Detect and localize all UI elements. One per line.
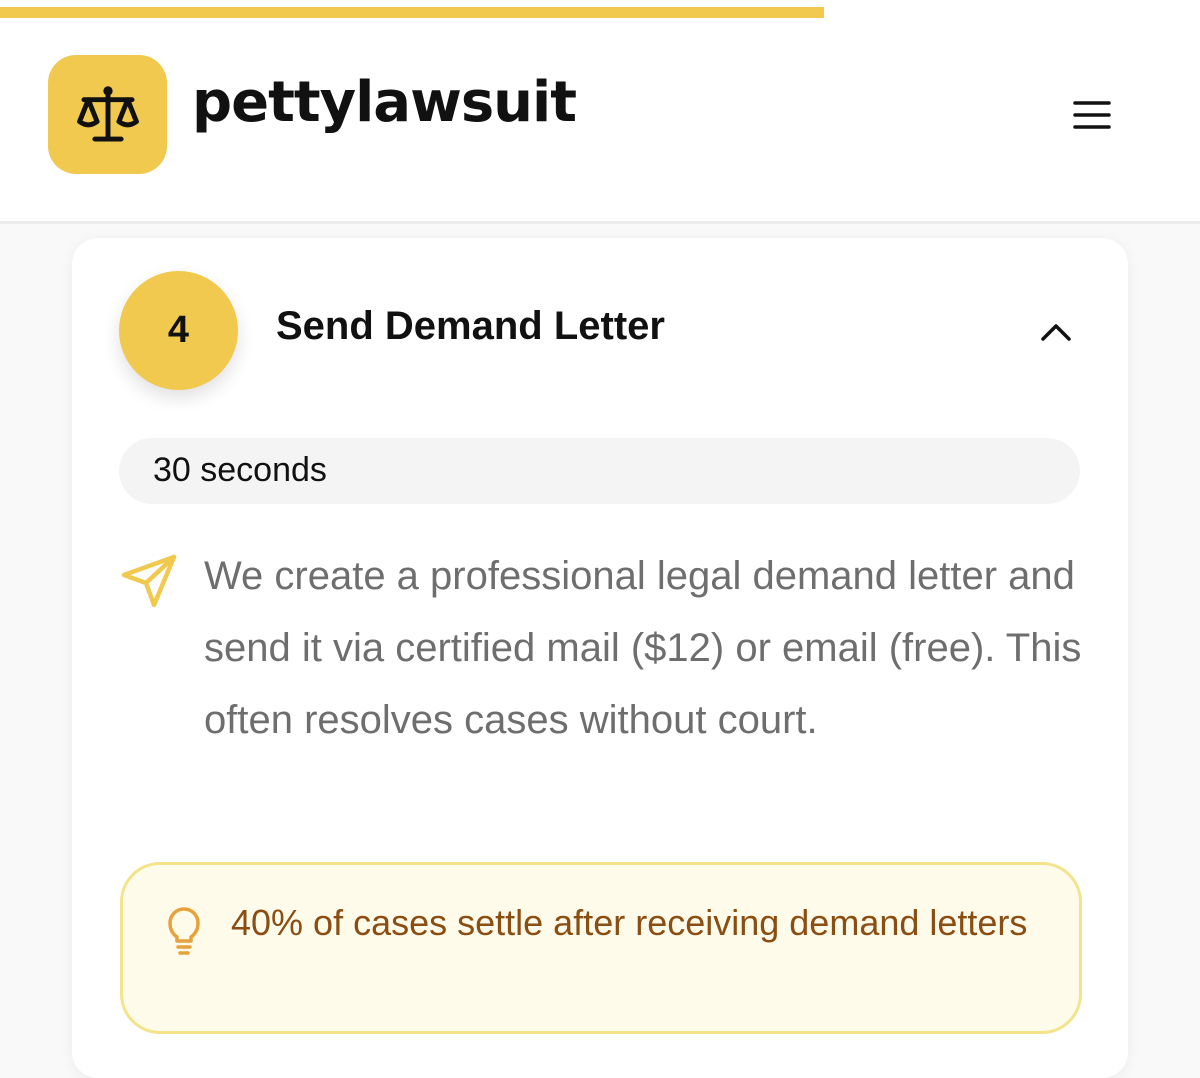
collapse-button[interactable] — [1034, 312, 1078, 352]
site-header: pettylawsuit — [0, 18, 1200, 224]
tip-callout: 40% of cases settle after receiving dema… — [120, 862, 1082, 1034]
duration-badge: 30 seconds — [119, 438, 1080, 504]
progress-bar-fill — [0, 7, 825, 18]
chevron-up-icon — [1041, 324, 1071, 341]
hamburger-menu-icon — [1073, 101, 1111, 129]
logo[interactable] — [48, 55, 167, 174]
scales-icon — [76, 85, 139, 142]
lightbulb-icon — [168, 907, 200, 955]
step-description: We create a professional legal demand le… — [204, 554, 1082, 742]
menu-button[interactable] — [1066, 93, 1118, 137]
step-number-badge: 4 — [119, 271, 238, 390]
step-title[interactable]: Send Demand Letter — [276, 304, 665, 349]
send-icon — [121, 554, 177, 608]
brand-name[interactable]: pettylawsuit — [192, 70, 577, 135]
tip-text: 40% of cases settle after receiving dema… — [231, 902, 1028, 943]
duration-text: 30 seconds — [153, 451, 327, 489]
progress-bar — [0, 0, 1200, 18]
step-card: 4 Send Demand Letter 30 seconds We creat… — [72, 238, 1128, 1078]
